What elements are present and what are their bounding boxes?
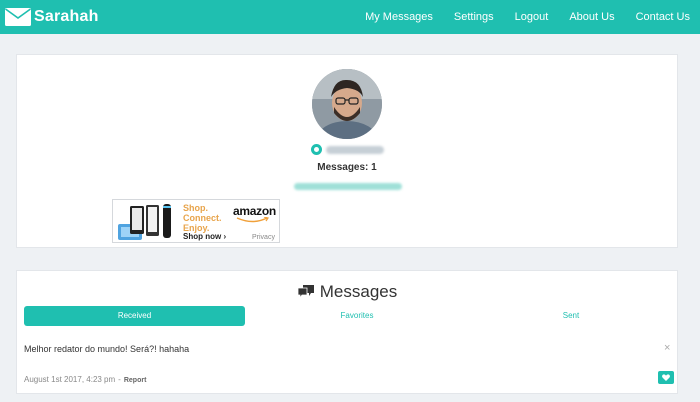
nav-logout[interactable]: Logout <box>515 11 549 23</box>
meta-separator: - <box>118 375 121 384</box>
top-navbar: Sarahah My Messages Settings Logout Abou… <box>0 0 700 34</box>
blurred-username <box>325 145 384 154</box>
gear-icon[interactable] <box>310 144 322 155</box>
brand-logo[interactable]: Sarahah <box>4 4 99 30</box>
nav-about-us[interactable]: About Us <box>569 11 614 23</box>
close-icon[interactable]: × <box>664 342 670 354</box>
messages-header: Messages <box>17 282 677 304</box>
ad-slogan: Shop. Connect. Enjoy. <box>183 203 222 233</box>
messages-title: Messages <box>319 282 398 301</box>
devices-image <box>118 204 171 240</box>
messages-card: Messages Received Favorites Sent Melhor … <box>16 270 678 394</box>
profile-name-row <box>17 144 677 155</box>
envelope-icon <box>4 6 32 28</box>
amazon-ad-banner[interactable]: Shop. Connect. Enjoy. Shop now › amazon … <box>112 199 280 243</box>
messages-count: Messages: 1 <box>317 162 377 173</box>
chat-bubbles-icon <box>297 284 315 304</box>
message-meta: August 1st 2017, 4:23 pm - Report <box>24 375 146 384</box>
blurred-profile-link[interactable] <box>294 183 402 190</box>
message-text: Melhor redator do mundo! Será?! hahaha <box>24 344 190 354</box>
tab-sent[interactable]: Sent <box>521 306 621 326</box>
heart-icon <box>662 374 670 381</box>
ad-slogan-line: Connect. <box>183 213 222 223</box>
favorite-button[interactable] <box>658 371 674 384</box>
message-date: August 1st 2017, 4:23 pm <box>24 375 116 384</box>
amazon-smile-icon <box>236 217 269 223</box>
nav-my-messages[interactable]: My Messages <box>365 11 433 23</box>
brand-name: Sarahah <box>34 8 99 25</box>
avatar <box>312 69 382 139</box>
tab-favorites[interactable]: Favorites <box>307 306 407 326</box>
report-link[interactable]: Report <box>124 377 147 384</box>
nav-contact-us[interactable]: Contact Us <box>636 11 690 23</box>
ad-slogan-line: Shop. <box>183 203 208 213</box>
tab-received[interactable]: Received <box>24 306 245 326</box>
ad-brand: amazon <box>233 204 276 218</box>
ad-shop-now[interactable]: Shop now › <box>183 232 226 241</box>
ad-privacy-link[interactable]: Privacy <box>252 234 275 241</box>
nav-settings[interactable]: Settings <box>454 11 494 23</box>
nav-links: My Messages Settings Logout About Us Con… <box>344 0 690 34</box>
profile-card: Messages: 1 Shop. Connect. Enjoy. Shop n… <box>16 54 678 248</box>
